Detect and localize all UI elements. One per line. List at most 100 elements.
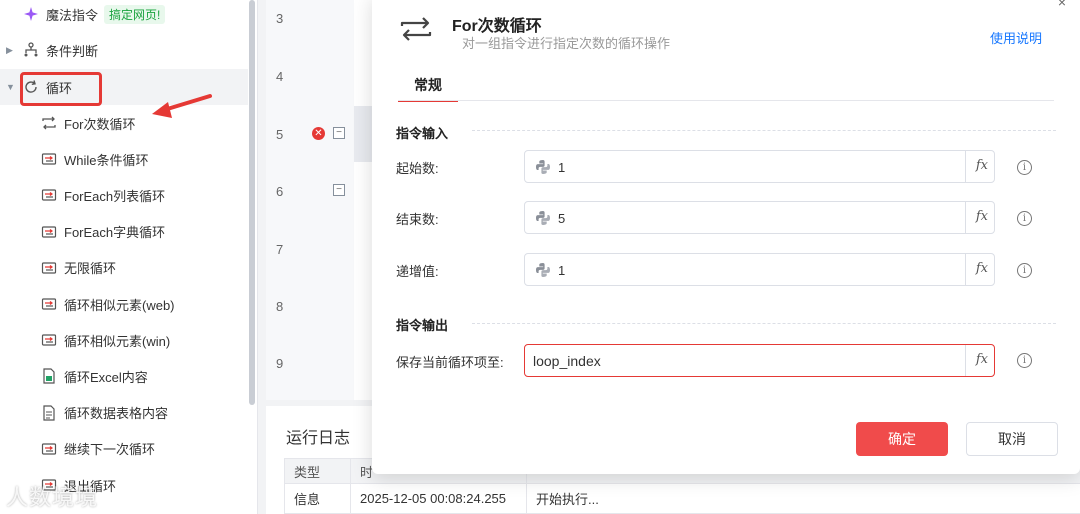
info-icon[interactable]: i	[1017, 211, 1032, 226]
section-divider	[472, 130, 1056, 131]
loop-icon	[40, 150, 58, 168]
python-icon	[536, 160, 550, 174]
fx-icon[interactable]: fx	[976, 158, 988, 173]
section-output-title: 指令输出	[396, 318, 449, 333]
sidebar-subitem[interactable]: 循环相似元素(win)	[0, 322, 248, 358]
sidebar-item-label: 魔法指令	[46, 7, 99, 23]
sidebar-subitem[interactable]: ForEach字典循环	[0, 214, 248, 250]
highlight-box	[20, 72, 102, 106]
loop-icon	[40, 223, 58, 241]
close-icon[interactable]: ×	[1058, 0, 1066, 10]
line-number: 5	[276, 127, 284, 142]
section-divider	[472, 323, 1056, 324]
excel-icon	[40, 367, 58, 385]
sidebar-item-label: While条件循环	[64, 152, 149, 168]
sidebar-item-label: ForEach列表循环	[64, 188, 166, 204]
loop-icon	[40, 186, 58, 204]
repeat-icon	[400, 17, 432, 41]
section-input-title: 指令输入	[396, 126, 449, 141]
sidebar-item-label: 继续下一次循环	[64, 442, 156, 458]
fx-icon[interactable]: fx	[976, 209, 988, 224]
sidebar-item-magic[interactable]: 魔法指令 搞定网页!	[0, 0, 248, 32]
python-icon	[536, 263, 550, 277]
sidebar-subitem[interactable]: 继续下一次循环	[0, 431, 248, 467]
loop-icon	[40, 295, 58, 313]
table-row[interactable]: 信息 2025-12-05 00:08:24.255 开始执行...	[284, 484, 1080, 514]
sidebar-item-label: ForEach字典循环	[64, 225, 166, 241]
watermark: 人数境境	[6, 485, 99, 510]
sidebar-subitem[interactable]: ForEach列表循环	[0, 177, 248, 213]
branch-icon	[22, 41, 40, 59]
info-icon[interactable]: i	[1017, 263, 1032, 278]
repeat-icon	[40, 114, 58, 132]
loop-icon	[40, 440, 58, 458]
line-number: 3	[276, 11, 284, 26]
fold-icon[interactable]: −	[333, 127, 345, 139]
step-field[interactable]: 1 fx	[524, 253, 995, 286]
info-icon[interactable]: i	[1017, 160, 1032, 175]
line-gutter: 3 4 5 6 7 8 9 ✕ − −	[266, 0, 354, 400]
loop-icon	[40, 331, 58, 349]
log-type: 信息	[285, 484, 351, 513]
line-number: 7	[276, 242, 284, 257]
sidebar-subitem[interactable]: 循环相似元素(web)	[0, 286, 248, 322]
sidebar-item-label: 无限循环	[64, 261, 117, 277]
start-value: 1	[558, 160, 566, 175]
sparkle-icon	[22, 5, 40, 23]
sidebar-item-label: For次数循环	[64, 116, 136, 132]
line-number: 4	[276, 69, 284, 84]
column-header-type: 类型	[285, 459, 351, 483]
fx-divider	[965, 151, 966, 182]
table-icon	[40, 404, 58, 422]
sidebar: 魔法指令 搞定网页! ▶ 条件判断 ▼ 循环 For次数循环 While条件循环 F…	[0, 0, 258, 514]
loop-icon	[40, 259, 58, 277]
sidebar-subitem[interactable]: 无限循环	[0, 250, 248, 286]
start-label: 起始数:	[396, 161, 439, 176]
sidebar-subitem[interactable]: 循环数据表格内容	[0, 395, 248, 431]
selected-block[interactable]	[354, 106, 374, 162]
run-log-title: 运行日志	[286, 430, 351, 447]
loop-index-value: loop_index	[533, 353, 601, 369]
line-number: 6	[276, 184, 284, 199]
fx-divider	[965, 345, 966, 376]
end-label: 结束数:	[396, 212, 439, 227]
loop-index-field[interactable]: loop_index fx	[524, 344, 995, 377]
fx-icon[interactable]: fx	[976, 261, 988, 276]
cancel-button[interactable]: 取消	[966, 422, 1058, 456]
sidebar-item-condition[interactable]: ▶ 条件判断	[0, 32, 248, 68]
fx-icon[interactable]: fx	[976, 352, 988, 367]
output-label: 保存当前循环项至:	[396, 355, 504, 370]
chevron-down-icon[interactable]: ▼	[6, 82, 16, 92]
fx-divider	[965, 202, 966, 233]
sidebar-item-label: 循环相似元素(web)	[64, 297, 175, 313]
help-link[interactable]: 使用说明	[990, 28, 1042, 47]
sidebar-item-label: 循环数据表格内容	[64, 406, 169, 422]
start-field[interactable]: 1 fx	[524, 150, 995, 183]
tab-divider	[398, 100, 1054, 101]
sidebar-scrollbar[interactable]	[249, 0, 255, 405]
sidebar-item-label: 循环相似元素(win)	[64, 333, 171, 349]
confirm-button[interactable]: 确定	[856, 422, 948, 456]
sidebar-subitem[interactable]: 循环Excel内容	[0, 358, 248, 394]
fx-divider	[965, 254, 966, 285]
step-value: 1	[558, 263, 566, 278]
fold-icon[interactable]: −	[333, 184, 345, 196]
line-number: 8	[276, 299, 284, 314]
python-icon	[536, 211, 550, 225]
line-number: 9	[276, 356, 284, 371]
end-field[interactable]: 5 fx	[524, 201, 995, 234]
error-icon[interactable]: ✕	[312, 127, 325, 140]
dialog-subtitle: 对一组指令进行指定次数的循环操作	[462, 36, 671, 51]
info-icon[interactable]: i	[1017, 353, 1032, 368]
sidebar-item-label: 条件判断	[46, 43, 99, 59]
log-time: 2025-12-05 00:08:24.255	[351, 484, 527, 513]
sidebar-subitem[interactable]: While条件循环	[0, 141, 248, 177]
chevron-right-icon[interactable]: ▶	[6, 45, 16, 56]
log-message: 开始执行...	[536, 492, 599, 507]
tab-general[interactable]: 常规	[398, 72, 458, 102]
end-value: 5	[558, 211, 566, 226]
for-loop-dialog: × For次数循环 对一组指令进行指定次数的循环操作 使用说明 常规 指令输入 …	[372, 0, 1080, 474]
status-badge: 搞定网页!	[104, 4, 166, 24]
step-label: 递增值:	[396, 264, 439, 279]
sidebar-item-label: 循环Excel内容	[64, 369, 148, 385]
